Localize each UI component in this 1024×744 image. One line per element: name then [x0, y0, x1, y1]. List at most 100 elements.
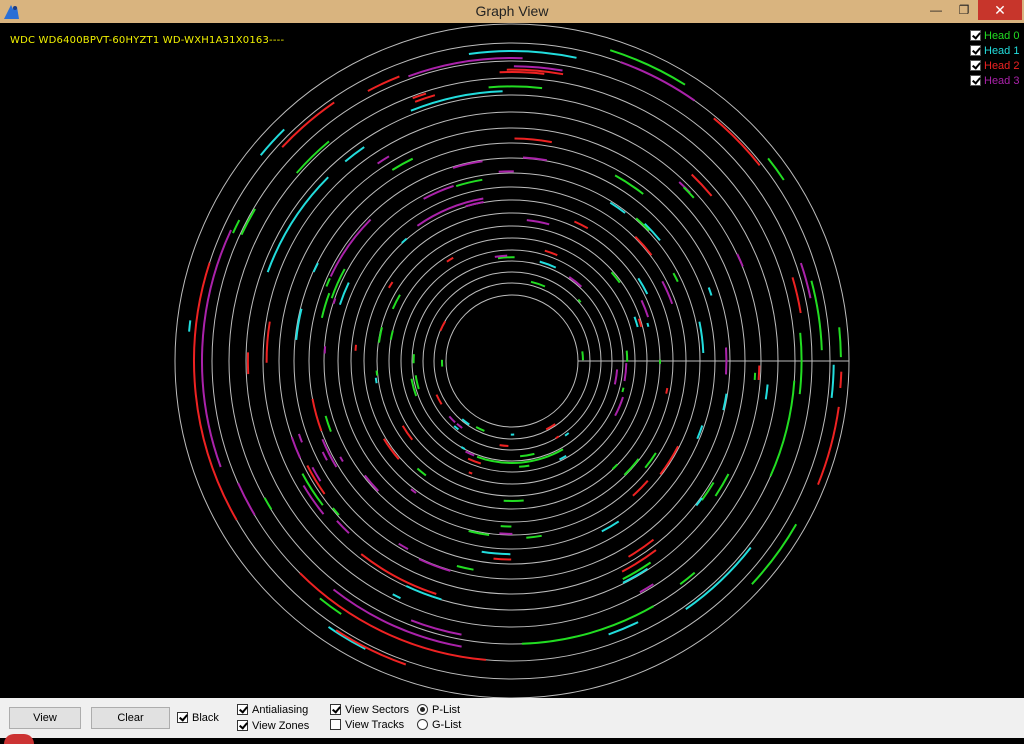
defect-arc	[624, 459, 638, 475]
defect-arc	[476, 427, 484, 431]
defect-arc	[267, 322, 270, 363]
defect-arc	[322, 293, 329, 318]
defect-arc	[737, 254, 743, 267]
defect-arc	[647, 323, 648, 327]
view-sectors-label: View Sectors	[345, 704, 409, 716]
defect-arc	[322, 439, 336, 467]
defect-arc	[393, 295, 400, 309]
defect-arc	[393, 594, 401, 598]
legend-head-0-label: Head 0	[984, 30, 1019, 42]
glist-radio[interactable]	[417, 719, 428, 730]
defect-arc	[569, 277, 581, 287]
defect-arc	[660, 446, 678, 474]
view-zones-checkbox[interactable]	[237, 720, 248, 731]
maximize-button[interactable]: ❐	[950, 0, 978, 20]
defect-arc	[610, 203, 625, 213]
defect-arc	[297, 141, 329, 173]
legend-head-2[interactable]: Head 2	[970, 58, 1019, 73]
head-2-checkbox[interactable]	[970, 60, 981, 71]
defect-arc	[582, 351, 583, 360]
defect-arc	[609, 622, 639, 634]
legend-head-3[interactable]: Head 3	[970, 73, 1019, 88]
defect-arc	[793, 277, 801, 313]
defect-arc	[413, 94, 426, 99]
view-sectors-checkbox[interactable]	[330, 704, 341, 715]
defect-arc	[692, 175, 712, 196]
defect-arc	[526, 536, 541, 538]
defect-arc	[389, 282, 393, 288]
defect-arc	[336, 630, 406, 664]
defect-arc	[565, 433, 569, 436]
defect-arc	[839, 327, 841, 357]
head-1-checkbox[interactable]	[970, 45, 981, 56]
defect-arc	[635, 237, 651, 255]
defect-arc	[811, 281, 821, 350]
defect-arc	[697, 426, 702, 439]
defect-arc	[365, 475, 379, 491]
zone-ring	[434, 283, 590, 439]
defect-arc	[645, 224, 660, 241]
defect-arc	[340, 457, 343, 462]
defect-arc	[840, 372, 841, 388]
defect-arc	[540, 262, 556, 268]
defect-arc	[556, 436, 559, 438]
view-button[interactable]: View	[9, 707, 81, 729]
defect-arc	[673, 273, 677, 282]
control-bar: View Clear Black Antialiasing View Zones…	[0, 698, 1024, 738]
defect-arc	[377, 371, 378, 376]
defect-arc	[292, 437, 301, 458]
defect-arc	[499, 533, 512, 534]
plist-label: P-List	[432, 704, 460, 716]
defect-arc	[494, 559, 512, 560]
black-label: Black	[192, 712, 219, 724]
defect-arc	[453, 161, 483, 168]
head-legend: Head 0 Head 1 Head 2 Head 3	[970, 28, 1019, 88]
defect-arc	[545, 251, 558, 256]
head-0-checkbox[interactable]	[970, 30, 981, 41]
defect-arc	[766, 385, 768, 400]
defect-arc	[469, 472, 472, 473]
zone-ring	[423, 272, 601, 450]
close-button[interactable]: ✕	[978, 0, 1022, 20]
defect-arc	[636, 218, 649, 231]
defect-arc	[238, 483, 255, 515]
defect-arc	[610, 50, 685, 84]
defect-arc	[411, 620, 461, 634]
defect-arc	[625, 363, 627, 381]
clear-button[interactable]: Clear	[91, 707, 170, 729]
defect-arc	[818, 407, 839, 485]
antialiasing-label: Antialiasing	[252, 704, 308, 716]
defect-arc	[500, 445, 509, 446]
antialiasing-checkbox[interactable]	[237, 704, 248, 715]
defect-arc	[447, 258, 453, 262]
defect-arc	[326, 416, 331, 432]
defect-arc	[299, 434, 302, 443]
defect-arc	[623, 569, 648, 583]
defect-arc	[752, 524, 796, 584]
defect-arc	[642, 300, 649, 317]
legend-head-0[interactable]: Head 0	[970, 28, 1019, 43]
defect-arc	[265, 498, 272, 510]
minimize-button[interactable]: —	[922, 0, 950, 20]
defect-arc	[268, 177, 329, 272]
defect-arc	[500, 72, 545, 74]
defect-arc	[527, 220, 549, 224]
glist-label: G-List	[432, 719, 461, 731]
defect-arc	[326, 278, 330, 286]
graph-canvas[interactable]	[0, 23, 1024, 698]
defect-arc	[323, 452, 327, 460]
plist-radio[interactable]	[417, 704, 428, 715]
title-bar: Graph View — ❐ ✕	[0, 0, 1024, 23]
view-tracks-label: View Tracks	[345, 719, 404, 731]
legend-head-3-label: Head 3	[984, 75, 1019, 87]
view-zones-label: View Zones	[252, 720, 309, 732]
black-checkbox[interactable]	[177, 712, 188, 723]
defect-arc	[702, 483, 714, 501]
defect-arc	[384, 439, 399, 459]
disk-surface-graph	[0, 23, 1024, 698]
head-3-checkbox[interactable]	[970, 75, 981, 86]
legend-head-1[interactable]: Head 1	[970, 43, 1019, 58]
defect-arc	[461, 447, 465, 449]
view-tracks-checkbox[interactable]	[330, 719, 341, 730]
defect-arc	[469, 51, 577, 58]
